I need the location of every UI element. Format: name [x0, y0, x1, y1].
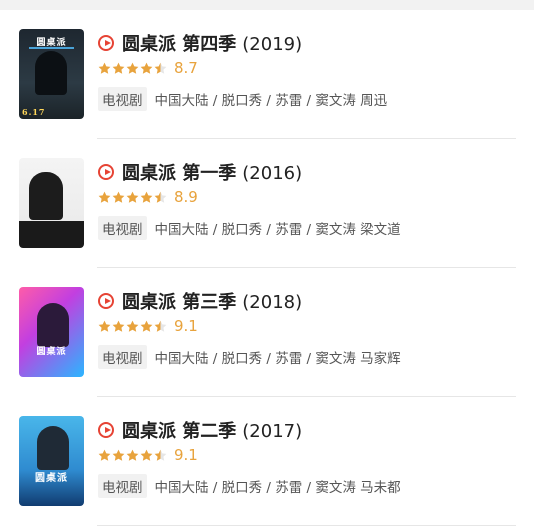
- star-half-icon: [154, 320, 167, 333]
- rating-score: 8.9: [174, 188, 198, 206]
- poster-date: 6.17: [22, 107, 46, 117]
- star-rating: [98, 191, 167, 205]
- star-rating: [98, 449, 167, 463]
- star-full-icon: [112, 449, 125, 462]
- list-item[interactable]: 圆桌派 第一季 (2016) 8.9 电视剧 中国大陆 / 脱口秀 / 苏雷 / …: [0, 139, 534, 268]
- category-chip: 电视剧: [98, 87, 147, 111]
- poster-image[interactable]: 圆桌派: [19, 287, 84, 377]
- star-full-icon: [112, 320, 125, 333]
- show-details: 中国大陆 / 脱口秀 / 苏雷 / 窦文涛 周迅: [154, 93, 388, 109]
- show-details: 中国大陆 / 脱口秀 / 苏雷 / 窦文涛 马未都: [154, 480, 401, 496]
- rating-score: 8.7: [174, 59, 198, 77]
- show-year: (2017): [242, 421, 303, 442]
- star-full-icon: [98, 191, 111, 204]
- show-title[interactable]: 圆桌派 第三季 (2018): [122, 288, 302, 314]
- star-full-icon: [140, 449, 153, 462]
- category-chip: 电视剧: [98, 216, 147, 240]
- category-chip: 电视剧: [98, 474, 147, 498]
- star-full-icon: [126, 191, 139, 204]
- poster-label: 圆桌派: [36, 38, 67, 48]
- star-full-icon: [112, 191, 125, 204]
- star-rating: [98, 320, 167, 334]
- divider: [97, 525, 516, 526]
- star-half-icon: [154, 449, 167, 462]
- show-title-text: 圆桌派 第二季: [122, 421, 237, 442]
- show-meta: 电视剧 中国大陆 / 脱口秀 / 苏雷 / 窦文涛 梁文道: [98, 216, 401, 240]
- list-item[interactable]: 圆桌派 6.17 圆桌派 第四季 (2019) 8.7 电视剧 中国大陆 / 脱口…: [0, 10, 534, 139]
- play-icon[interactable]: [98, 164, 114, 180]
- play-icon[interactable]: [98, 422, 114, 438]
- show-title[interactable]: 圆桌派 第一季 (2016): [122, 159, 302, 185]
- poster-label: 圆桌派: [36, 347, 67, 357]
- show-year: (2019): [242, 34, 303, 55]
- star-half-icon: [154, 62, 167, 75]
- star-rating: [98, 62, 167, 76]
- show-title[interactable]: 圆桌派 第二季 (2017): [122, 417, 302, 443]
- star-half-icon: [154, 191, 167, 204]
- poster-figure: [37, 303, 69, 347]
- star-full-icon: [140, 320, 153, 333]
- show-title-text: 圆桌派 第四季: [122, 34, 237, 55]
- show-title-text: 圆桌派 第三季: [122, 292, 237, 313]
- show-meta: 电视剧 中国大陆 / 脱口秀 / 苏雷 / 窦文涛 周迅: [98, 87, 387, 111]
- poster-figure: [37, 426, 69, 470]
- show-meta: 电视剧 中国大陆 / 脱口秀 / 苏雷 / 窦文涛 马未都: [98, 474, 401, 498]
- show-year: (2018): [242, 292, 303, 313]
- play-icon[interactable]: [98, 293, 114, 309]
- show-title[interactable]: 圆桌派 第四季 (2019): [122, 30, 302, 56]
- star-full-icon: [98, 449, 111, 462]
- category-chip: 电视剧: [98, 345, 147, 369]
- poster-image[interactable]: [19, 158, 84, 248]
- poster-image[interactable]: 圆桌派 6.17: [19, 29, 84, 119]
- rating-score: 9.1: [174, 317, 198, 335]
- poster-figure: [29, 172, 63, 220]
- star-full-icon: [126, 320, 139, 333]
- star-full-icon: [140, 191, 153, 204]
- star-full-icon: [98, 62, 111, 75]
- play-icon[interactable]: [98, 35, 114, 51]
- star-full-icon: [126, 62, 139, 75]
- star-full-icon: [126, 449, 139, 462]
- top-bar: [0, 0, 534, 10]
- star-full-icon: [140, 62, 153, 75]
- list-item[interactable]: 圆桌派 圆桌派 第三季 (2018) 9.1 电视剧 中国大陆 / 脱口秀 / 苏…: [0, 268, 534, 397]
- show-title-text: 圆桌派 第一季: [122, 163, 237, 184]
- list-item[interactable]: 圆桌派 圆桌派 第二季 (2017) 9.1 电视剧 中国大陆 / 脱口秀 / 苏…: [0, 397, 534, 526]
- show-meta: 电视剧 中国大陆 / 脱口秀 / 苏雷 / 窦文涛 马家辉: [98, 345, 401, 369]
- show-details: 中国大陆 / 脱口秀 / 苏雷 / 窦文涛 梁文道: [154, 222, 401, 238]
- show-year: (2016): [242, 163, 303, 184]
- poster-label: 圆桌派: [35, 473, 68, 484]
- poster-image[interactable]: 圆桌派: [19, 416, 84, 506]
- star-full-icon: [112, 62, 125, 75]
- poster-figure: [35, 51, 67, 95]
- star-full-icon: [98, 320, 111, 333]
- show-list: 圆桌派 6.17 圆桌派 第四季 (2019) 8.7 电视剧 中国大陆 / 脱口…: [0, 10, 534, 526]
- show-details: 中国大陆 / 脱口秀 / 苏雷 / 窦文涛 马家辉: [154, 351, 401, 367]
- rating-score: 9.1: [174, 446, 198, 464]
